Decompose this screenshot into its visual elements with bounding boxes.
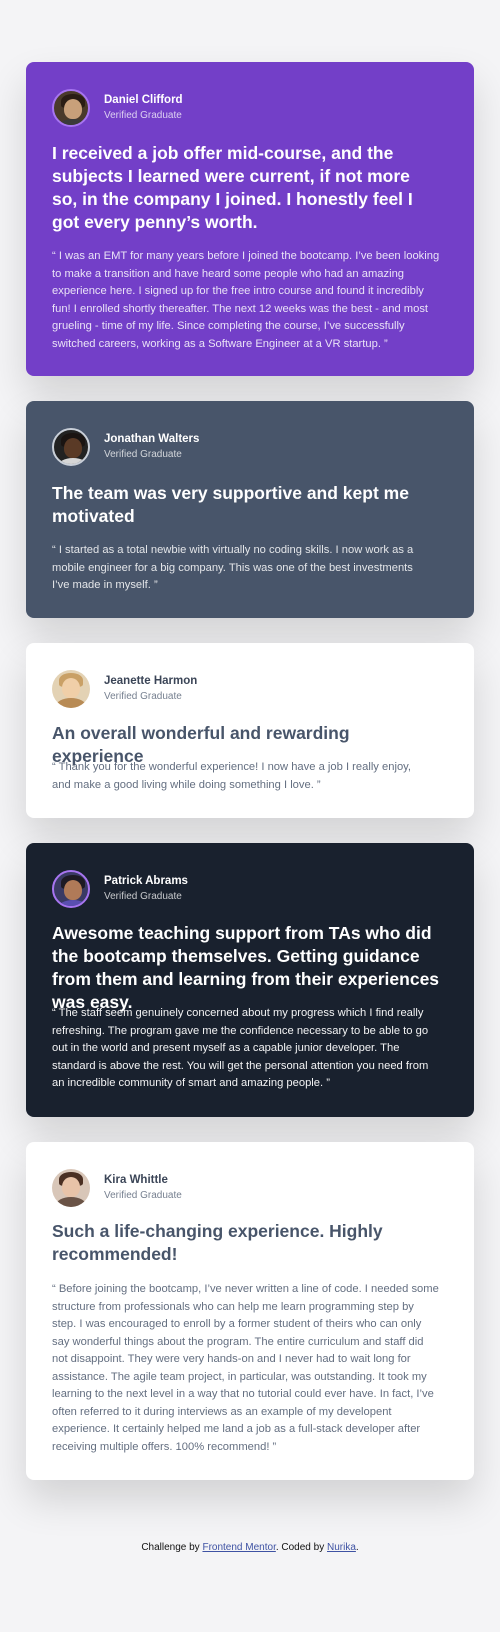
testimonial-quote: “ Before joining the bootcamp, I’ve neve… [52,1283,439,1453]
person-info: Jeanette Harmon Verified Graduate [104,673,197,705]
testimonial-headline: I received a job offer mid-course, and t… [52,143,413,232]
person-info: Daniel Clifford Verified Graduate [104,92,183,124]
attribution-prefix: Challenge by [141,1542,203,1553]
testimonial-quote: “ The staff seem genuinely concerned abo… [52,1007,429,1089]
testimonial-card-daniel: Daniel Clifford Verified Graduate I rece… [26,62,474,376]
attribution: Challenge by Frontend Mentor. Coded by N… [0,1542,500,1553]
avatar-face [64,880,82,900]
avatar [52,870,90,908]
testimonial-quote: “ Thank you for the wonderful experience… [52,761,412,791]
avatar-face [64,99,82,119]
testimonial-headline: Awesome teaching support from TAs who di… [52,923,440,1012]
testimonial-card-jonathan: Jonathan Walters Verified Graduate The t… [26,401,474,618]
testimonial-card-patrick: Patrick Abrams Verified Graduate Awesome… [26,843,474,1117]
avatar-shoulders [56,1197,86,1207]
verified-badge: Verified Graduate [104,449,182,460]
testimonial-header: Patrick Abrams Verified Graduate [52,869,188,909]
avatar [52,428,90,466]
frontend-mentor-link[interactable]: Frontend Mentor [202,1542,275,1553]
person-name: Kira Whittle [104,1174,168,1186]
person-name: Patrick Abrams [104,875,188,887]
avatar-face [64,438,82,458]
testimonial-card-kira: Kira Whittle Verified Graduate Such a li… [26,1142,474,1480]
verified-badge: Verified Graduate [104,110,182,121]
avatar-shoulders [58,900,88,906]
testimonial-header: Jonathan Walters Verified Graduate [52,427,199,467]
testimonial-headline: The team was very supportive and kept me… [52,483,409,526]
testimonial-quote: “ I started as a total newbie with virtu… [52,544,414,591]
verified-badge: Verified Graduate [104,1190,182,1201]
person-name: Daniel Clifford [104,94,183,106]
avatar-face [62,678,80,698]
attribution-middle: . Coded by [275,1542,327,1553]
testimonial-quote: “ I was an EMT for many years before I j… [52,250,440,350]
attribution-suffix: . [355,1542,359,1553]
person-info: Jonathan Walters Verified Graduate [104,431,199,463]
testimonial-header: Daniel Clifford Verified Graduate [52,88,183,128]
testimonial-headline: Such a life-changing experience. Highly … [52,1221,383,1264]
avatar-shoulders [56,698,86,708]
testimonial-header: Jeanette Harmon Verified Graduate [52,669,197,709]
testimonials-page: Daniel Clifford Verified Graduate I rece… [0,0,500,1632]
person-name: Jonathan Walters [104,433,200,445]
author-link[interactable]: Nurika [327,1542,356,1553]
avatar [52,89,90,127]
testimonial-card-jeanette: Jeanette Harmon Verified Graduate An ove… [26,643,474,818]
person-name: Jeanette Harmon [104,675,198,687]
person-info: Kira Whittle Verified Graduate [104,1172,182,1204]
person-info: Patrick Abrams Verified Graduate [104,873,188,905]
avatar-face [62,1177,80,1197]
testimonial-header: Kira Whittle Verified Graduate [52,1168,182,1208]
avatar-shoulders [58,458,88,464]
verified-badge: Verified Graduate [104,691,182,702]
avatar [52,1169,90,1207]
avatar-shoulders [58,119,88,125]
verified-badge: Verified Graduate [104,891,182,902]
avatar [52,670,90,708]
